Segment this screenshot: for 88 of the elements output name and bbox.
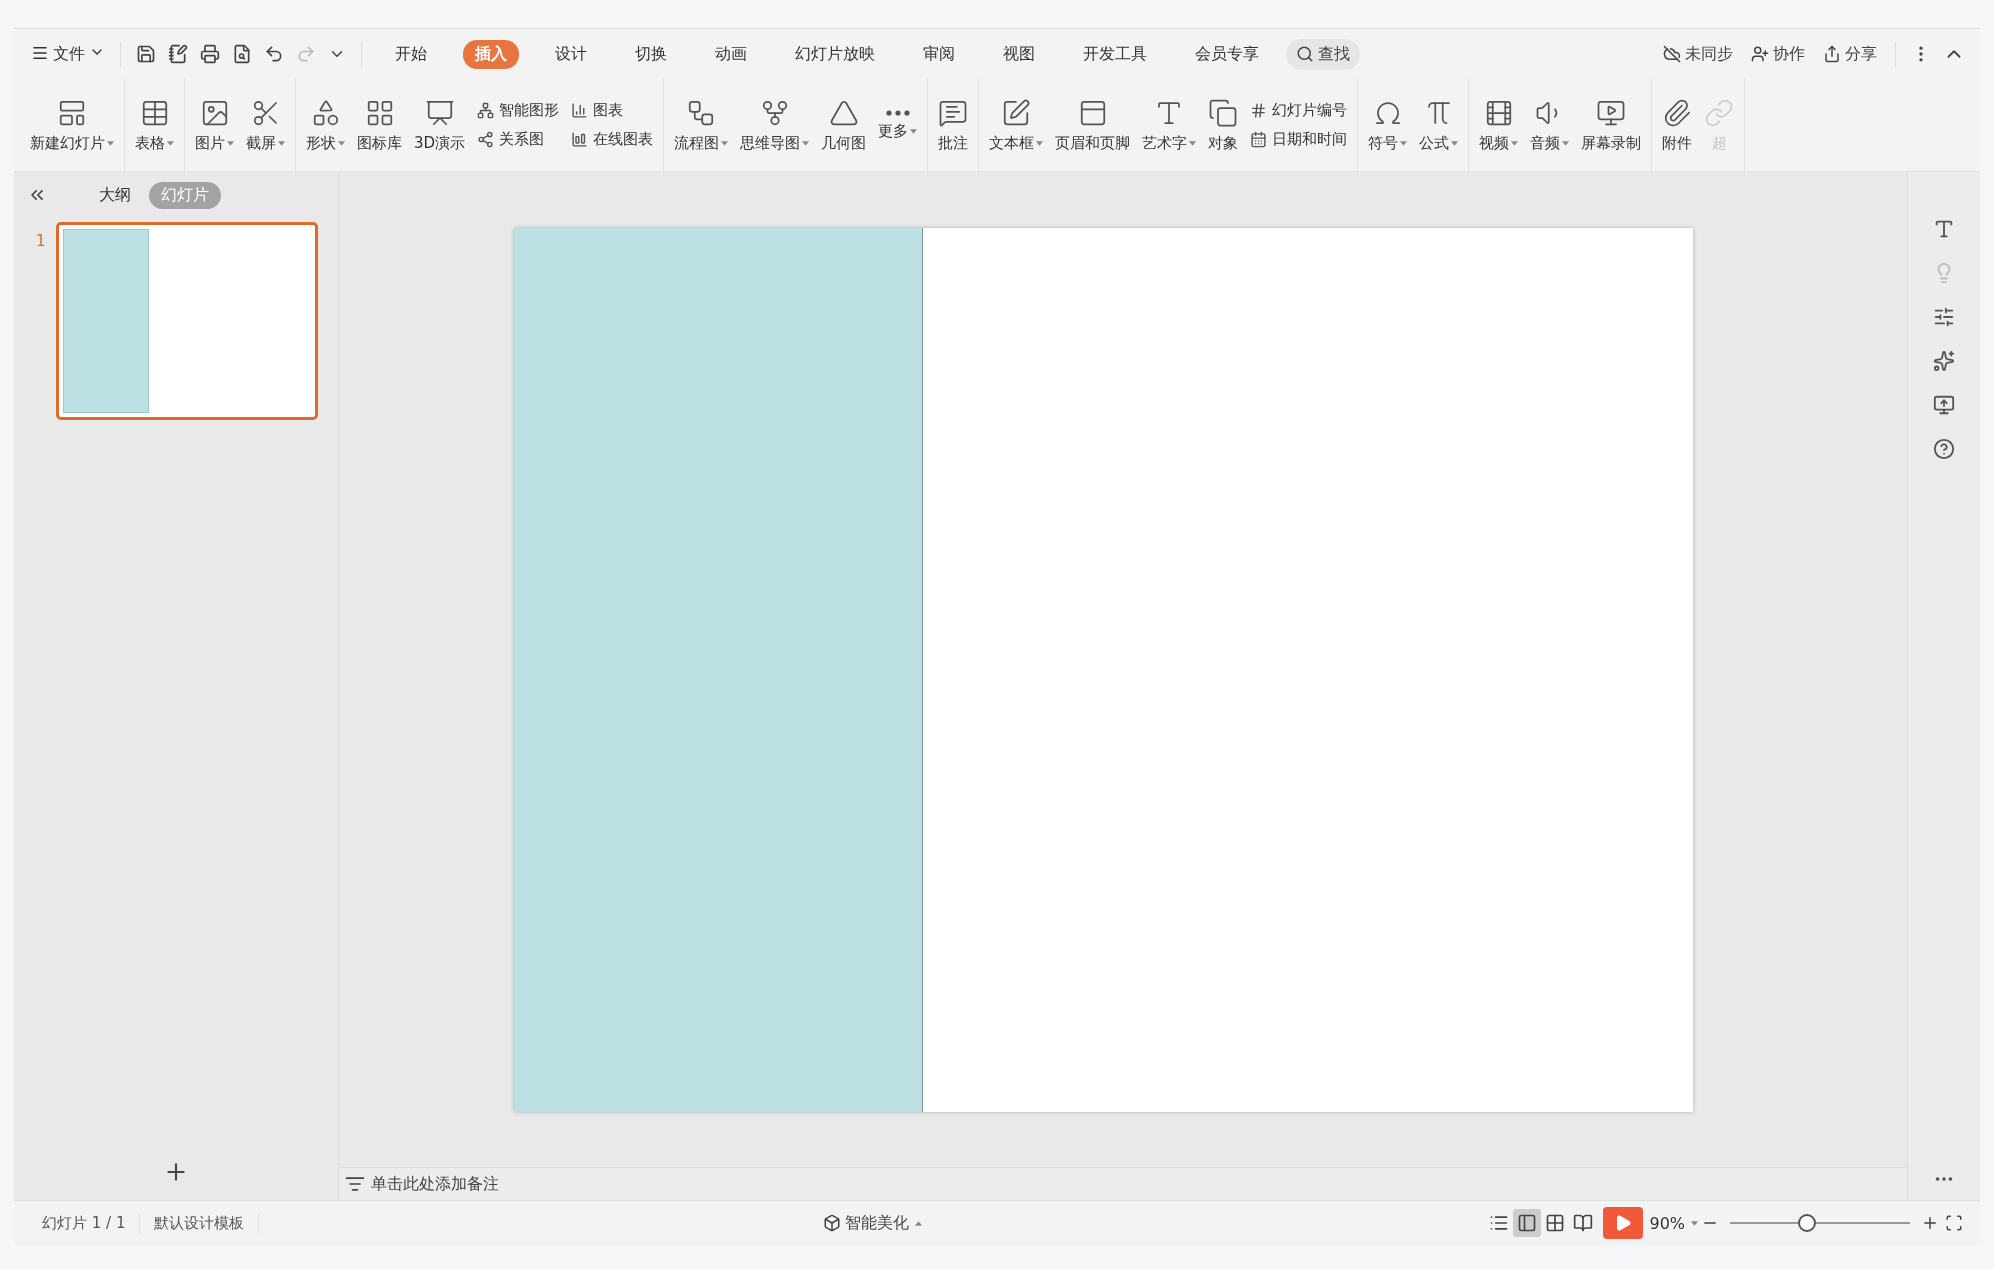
- search-icon: [1296, 45, 1314, 63]
- ribbon-tab[interactable]: 动画: [703, 39, 759, 69]
- screen-icon[interactable]: [1933, 394, 1955, 416]
- ribbon-button[interactable]: 图标库: [351, 79, 408, 171]
- link-icon: [1704, 97, 1735, 128]
- zoom-level[interactable]: 90%: [1649, 1213, 1698, 1233]
- caret-icon: [1036, 140, 1044, 146]
- ribbon-button[interactable]: 图片: [189, 79, 240, 171]
- ribbon-small-button[interactable]: 幻灯片编号: [1250, 101, 1348, 120]
- caret-icon: [338, 140, 345, 146]
- slide-counter: 幻灯片 1 / 1: [28, 1213, 141, 1233]
- panel-tab[interactable]: 大纲: [87, 181, 143, 209]
- cloud-icon: [1663, 45, 1681, 63]
- ribbon-tab[interactable]: 幻灯片放映: [783, 39, 887, 69]
- caret-icon: [1451, 140, 1459, 146]
- ribbon-button[interactable]: 新建幻灯片: [24, 79, 120, 171]
- ribbon-button[interactable]: 公式: [1413, 79, 1465, 171]
- toolbar-action[interactable]: 未同步: [1657, 43, 1739, 65]
- caret-icon: [107, 140, 114, 146]
- ribbon-tab[interactable]: 开始: [383, 39, 439, 69]
- ribbon-small-button[interactable]: 关系图: [477, 130, 560, 149]
- help-icon[interactable]: [1933, 438, 1955, 460]
- more-icon: [885, 109, 910, 116]
- ribbon-tab[interactable]: 开发工具: [1071, 39, 1159, 69]
- ribbon-button[interactable]: 形状: [300, 79, 351, 171]
- ribbon-button[interactable]: 符号: [1362, 79, 1414, 171]
- beautify-button[interactable]: 智能美化: [816, 1212, 928, 1234]
- slide-thumbnail[interactable]: [55, 222, 318, 420]
- ribbon-button[interactable]: 视频: [1473, 79, 1525, 171]
- toolbar-action[interactable]: 分享: [1817, 43, 1883, 65]
- user-plus-icon: [1751, 45, 1769, 63]
- diagram-icon: [477, 102, 495, 119]
- ribbon-tab[interactable]: 切换: [623, 39, 679, 69]
- caret-icon: [910, 128, 918, 134]
- cube-icon: [822, 1214, 841, 1232]
- ribbon-tab[interactable]: 会员专享: [1183, 39, 1271, 69]
- paperclip-icon: [1662, 97, 1693, 128]
- ribbon-small-button[interactable]: 日期和时间: [1250, 130, 1348, 149]
- caret-icon: [721, 140, 729, 146]
- caret-icon: [1691, 1220, 1698, 1226]
- ribbon-button[interactable]: 截屏: [240, 79, 291, 171]
- calendar-icon: [1250, 131, 1268, 148]
- chart-icon: [571, 131, 589, 148]
- file-menu[interactable]: 文件: [28, 40, 108, 68]
- play-button[interactable]: [1603, 1207, 1644, 1239]
- share-icon: [1823, 45, 1841, 63]
- caret-icon: [167, 140, 174, 146]
- ribbon-button[interactable]: 附件: [1656, 79, 1699, 171]
- caret-icon: [1562, 140, 1570, 146]
- caret-icon: [278, 140, 285, 146]
- copy-icon: [1208, 97, 1239, 128]
- play-icon: [1614, 1214, 1633, 1232]
- ribbon-button[interactable]: 屏幕录制: [1575, 79, 1648, 171]
- sliders-icon[interactable]: [1933, 306, 1955, 328]
- ribbon-tab[interactable]: 视图: [991, 39, 1047, 69]
- ribbon-button[interactable]: 表格: [129, 79, 180, 171]
- ribbon-button[interactable]: 艺术字: [1136, 79, 1203, 171]
- ribbon-small-button[interactable]: 智能图形: [477, 101, 560, 120]
- notes-placeholder[interactable]: 单击此处添加备注: [345, 1173, 499, 1195]
- ribbon-button[interactable]: 批注: [932, 79, 975, 171]
- text-icon[interactable]: [1933, 218, 1955, 240]
- ribbon-tab[interactable]: 设计: [543, 39, 599, 69]
- caret-icon: [227, 140, 234, 146]
- ribbon-button[interactable]: 文本框: [983, 79, 1050, 171]
- caret-icon: [1400, 140, 1408, 146]
- slide-number: 1: [36, 231, 46, 252]
- ribbon-button[interactable]: 流程图: [668, 79, 735, 171]
- ribbon-small-button[interactable]: 图表: [571, 101, 654, 120]
- ribbon-tab[interactable]: 审阅: [911, 39, 967, 69]
- ribbon-button[interactable]: 更多: [872, 79, 924, 171]
- search-button[interactable]: 查找: [1286, 38, 1360, 70]
- hash-icon: [1250, 102, 1268, 119]
- ribbon-button[interactable]: 几何图: [815, 79, 873, 171]
- star-icon[interactable]: [1933, 350, 1955, 372]
- toolbar-action[interactable]: 协作: [1745, 43, 1811, 65]
- caret-icon: [1511, 140, 1519, 146]
- bar-chart-icon: [571, 102, 589, 119]
- ribbon-button[interactable]: 对象: [1202, 79, 1245, 171]
- ribbon-button[interactable]: 3D演示: [408, 79, 472, 171]
- caret-icon: [914, 1220, 922, 1226]
- ribbon-small-button[interactable]: 在线图表: [571, 130, 654, 149]
- caret-icon: [802, 140, 810, 146]
- template-name[interactable]: 默认设计模板: [140, 1213, 260, 1233]
- ribbon-button[interactable]: 思维导图: [734, 79, 816, 171]
- normal-view-icon[interactable]: [1513, 1209, 1542, 1237]
- ribbon-button[interactable]: 音频: [1524, 79, 1576, 171]
- caret-icon: [1189, 140, 1197, 146]
- ribbon-button[interactable]: 页眉和页脚: [1049, 79, 1137, 171]
